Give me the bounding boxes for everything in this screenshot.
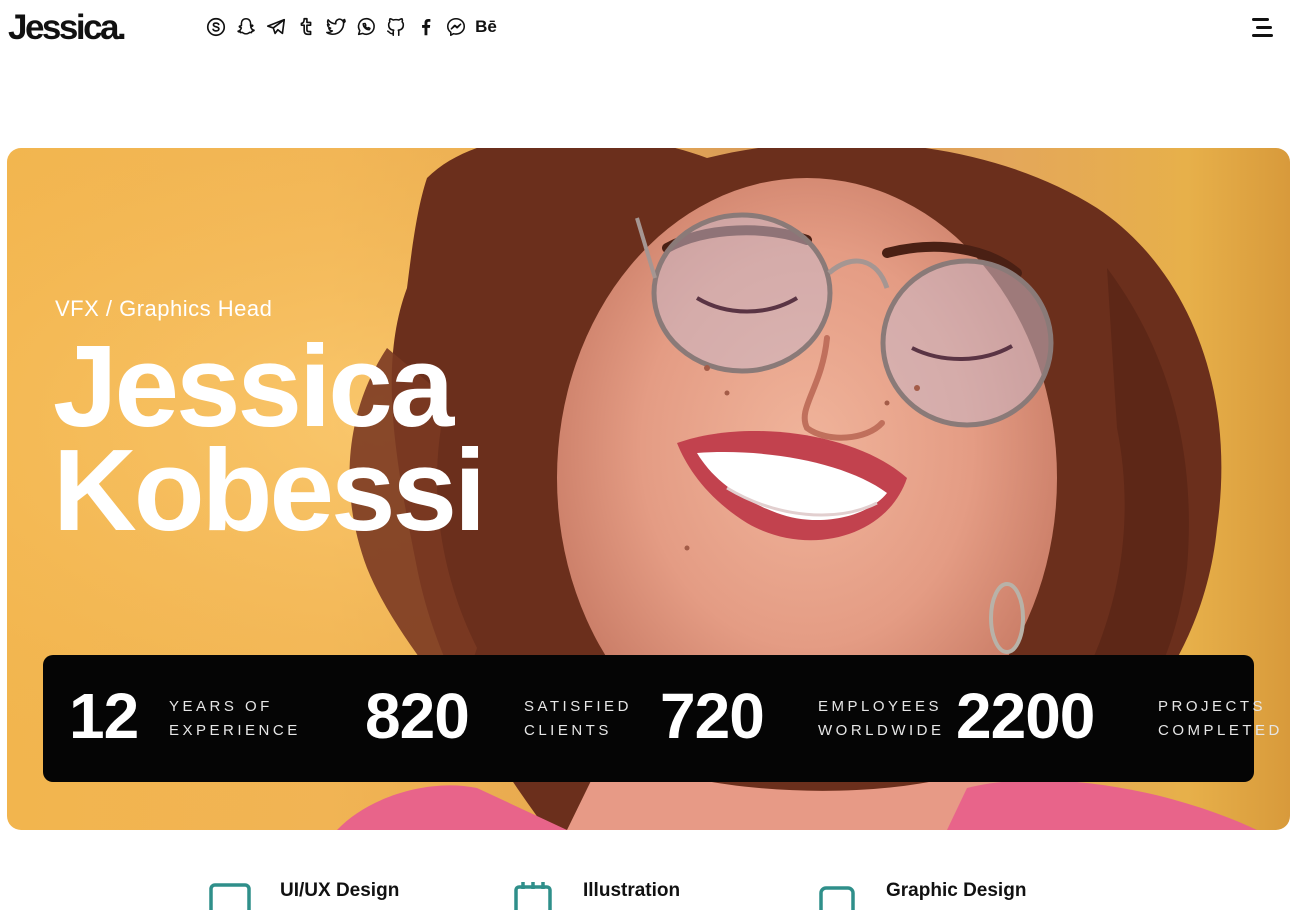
social-links: Bē (204, 14, 498, 40)
stat-label: EMPLOYEES WORLDWIDE (818, 695, 945, 743)
hero-last-name: Kobessi (53, 425, 486, 555)
stat-label: YEARS OF EXPERIENCE (169, 695, 301, 743)
monitor-icon (209, 883, 251, 910)
stat-label-line1: EMPLOYEES (818, 698, 943, 715)
stat-label: SATISFIED CLIENTS (524, 695, 632, 743)
stat-label-line2: WORLDWIDE (818, 722, 945, 739)
site-logo[interactable]: Jessica. (8, 8, 127, 48)
stat-label-line1: SATISFIED (524, 698, 632, 715)
snapchat-icon[interactable] (234, 14, 258, 40)
stat-label: PROJECTS COMPLETED (1158, 695, 1283, 743)
service-title: UI/UX Design (280, 880, 400, 901)
stat-label-line2: EXPERIENCE (169, 722, 301, 739)
behance-icon[interactable]: Bē (474, 14, 498, 40)
skype-icon[interactable] (204, 14, 228, 40)
calendar-icon (514, 882, 552, 910)
stat-value: 820 (365, 680, 470, 752)
service-title: Graphic Design (886, 880, 1027, 901)
stat-value: 720 (660, 680, 765, 752)
github-icon[interactable] (384, 14, 408, 40)
telegram-icon[interactable] (264, 14, 288, 40)
service-title: Illustration (583, 880, 681, 901)
stat-label-line1: YEARS OF (169, 698, 273, 715)
stat-value: 12 (69, 680, 139, 752)
facebook-icon[interactable] (414, 14, 438, 40)
stat-label-line1: PROJECTS (1158, 698, 1267, 715)
stat-label-line2: COMPLETED (1158, 722, 1283, 739)
hero-name: Jessica Kobessi (53, 321, 486, 555)
stats-bar: 12 YEARS OF EXPERIENCE 820 SATISFIED CLI… (43, 655, 1279, 782)
whatsapp-icon[interactable] (354, 14, 378, 40)
monitor-icon (819, 886, 855, 910)
tumblr-icon[interactable] (294, 14, 318, 40)
messenger-icon[interactable] (444, 14, 468, 40)
stat-label-line2: CLIENTS (524, 722, 612, 739)
stat-value: 2200 (956, 680, 1095, 752)
hero-banner: VFX / Graphics Head Jessica Kobessi 12 Y… (7, 148, 1290, 830)
hero-first-name: Jessica (53, 321, 454, 451)
hero-subtitle: VFX / Graphics Head (55, 296, 273, 321)
site-header: Jessica. Bē (0, 0, 1300, 58)
hamburger-menu-icon[interactable] (1250, 16, 1274, 38)
twitter-icon[interactable] (324, 14, 348, 40)
